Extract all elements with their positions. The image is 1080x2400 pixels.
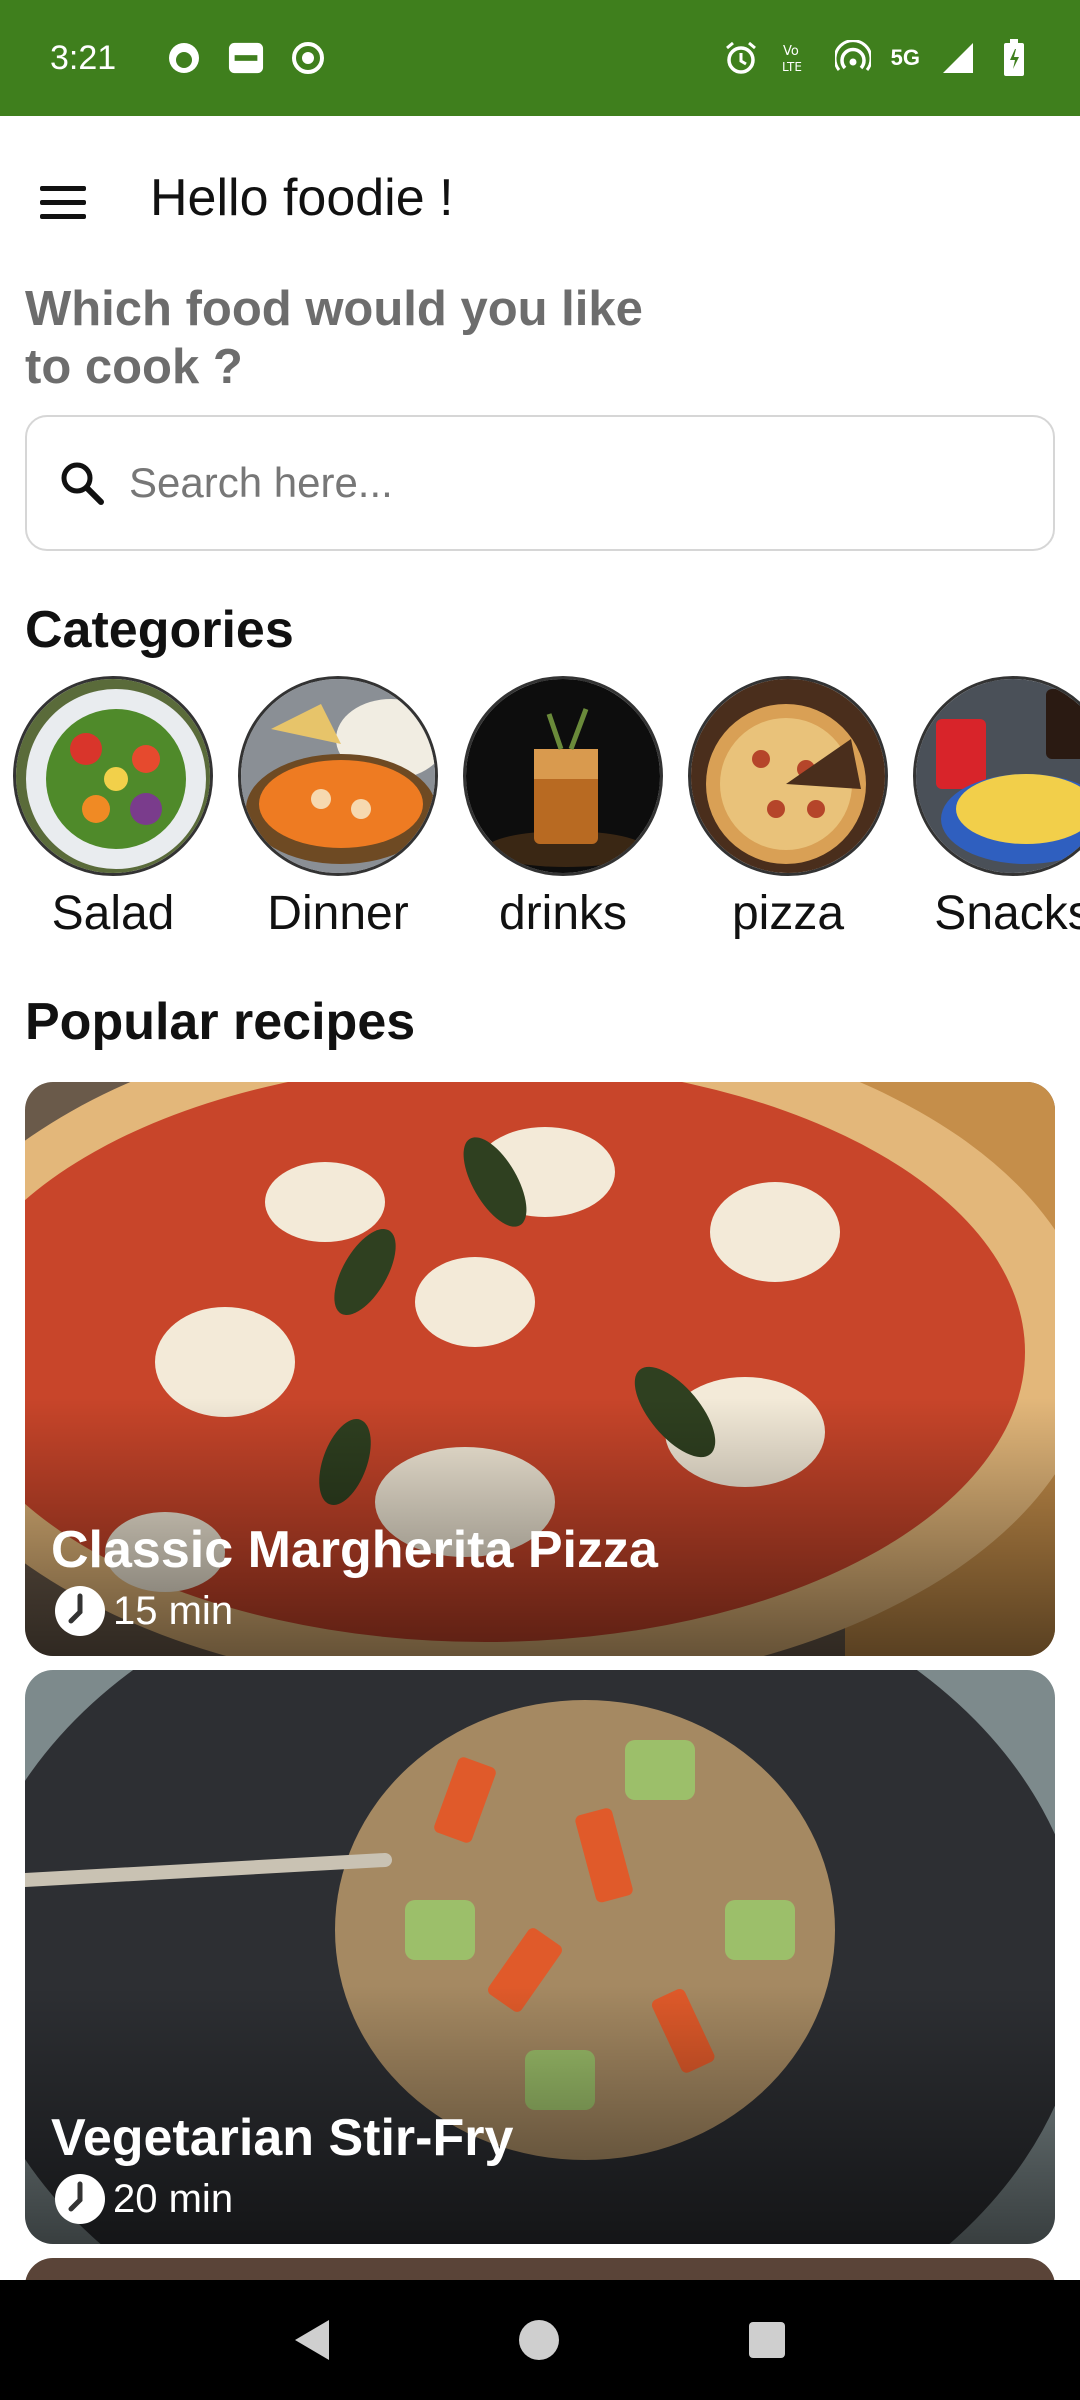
volte-icon: Vo LTE (779, 40, 815, 76)
category-salad[interactable]: Salad (8, 676, 218, 941)
categories-title: Categories (25, 601, 294, 659)
recipe-time-label: 15 min (113, 1588, 234, 1633)
recipe-title: Vegetarian Stir-Fry (51, 2109, 514, 2167)
category-label: pizza (731, 887, 845, 940)
battery-icon (996, 39, 1032, 76)
search-icon (61, 462, 104, 505)
category-drinks[interactable]: drinks (458, 676, 668, 941)
drinks-image (463, 676, 663, 876)
svg-text:LTE: LTE (782, 60, 802, 74)
category-pizza[interactable]: pizza (683, 676, 893, 941)
categories-row: Salad Dinner drinks pizza Snacks (0, 676, 1080, 946)
category-label: drinks (498, 887, 628, 940)
clock-icon (55, 1586, 105, 1636)
dinner-image (238, 676, 438, 876)
recipe-title: Classic Margherita Pizza (51, 1521, 658, 1579)
hotspot-icon (834, 40, 871, 76)
notification-app-icon (166, 40, 202, 76)
signal-icon (940, 40, 976, 76)
alarm-icon (723, 40, 759, 76)
network-type: 5G (890, 45, 920, 70)
recipe-time: 15 min (53, 1584, 233, 1638)
system-nav-bar (0, 2280, 1080, 2400)
svg-text:Vo: Vo (783, 44, 799, 59)
category-label: Dinner (267, 887, 409, 940)
pizza-image (688, 676, 888, 876)
search-bar[interactable] (25, 415, 1055, 551)
cook-prompt: Which food would you like to cook ? (25, 282, 643, 394)
app-bar: Hello foodie ! (0, 116, 1080, 286)
status-bar: 3:21 Vo LTE 5G (0, 0, 1080, 116)
menu-icon[interactable] (40, 174, 100, 230)
recipe-card[interactable]: Classic Margherita Pizza 15 min (25, 1082, 1055, 1656)
category-label: Salad (51, 887, 175, 940)
search-input[interactable] (129, 459, 1029, 507)
back-icon[interactable] (295, 2320, 329, 2360)
snacks-image (913, 676, 1080, 876)
recipe-time: 20 min (53, 2172, 233, 2226)
greeting-title: Hello foodie ! (150, 169, 454, 227)
popular-recipes-title: Popular recipes (25, 993, 416, 1051)
recents-icon[interactable] (749, 2322, 785, 2358)
category-label: Snacks (934, 887, 1080, 940)
category-dinner[interactable]: Dinner (233, 676, 443, 941)
paytm-icon (228, 40, 264, 76)
status-time: 3:21 (50, 38, 117, 77)
clock-icon (55, 2174, 105, 2224)
recipe-card[interactable]: Vegetarian Stir-Fry 20 min (25, 1670, 1055, 2244)
recipe-time-label: 20 min (113, 2176, 234, 2221)
home-icon[interactable] (519, 2320, 559, 2360)
salad-image (13, 676, 213, 876)
screen-record-icon (290, 40, 326, 76)
category-snacks[interactable]: Snacks (908, 676, 1080, 941)
